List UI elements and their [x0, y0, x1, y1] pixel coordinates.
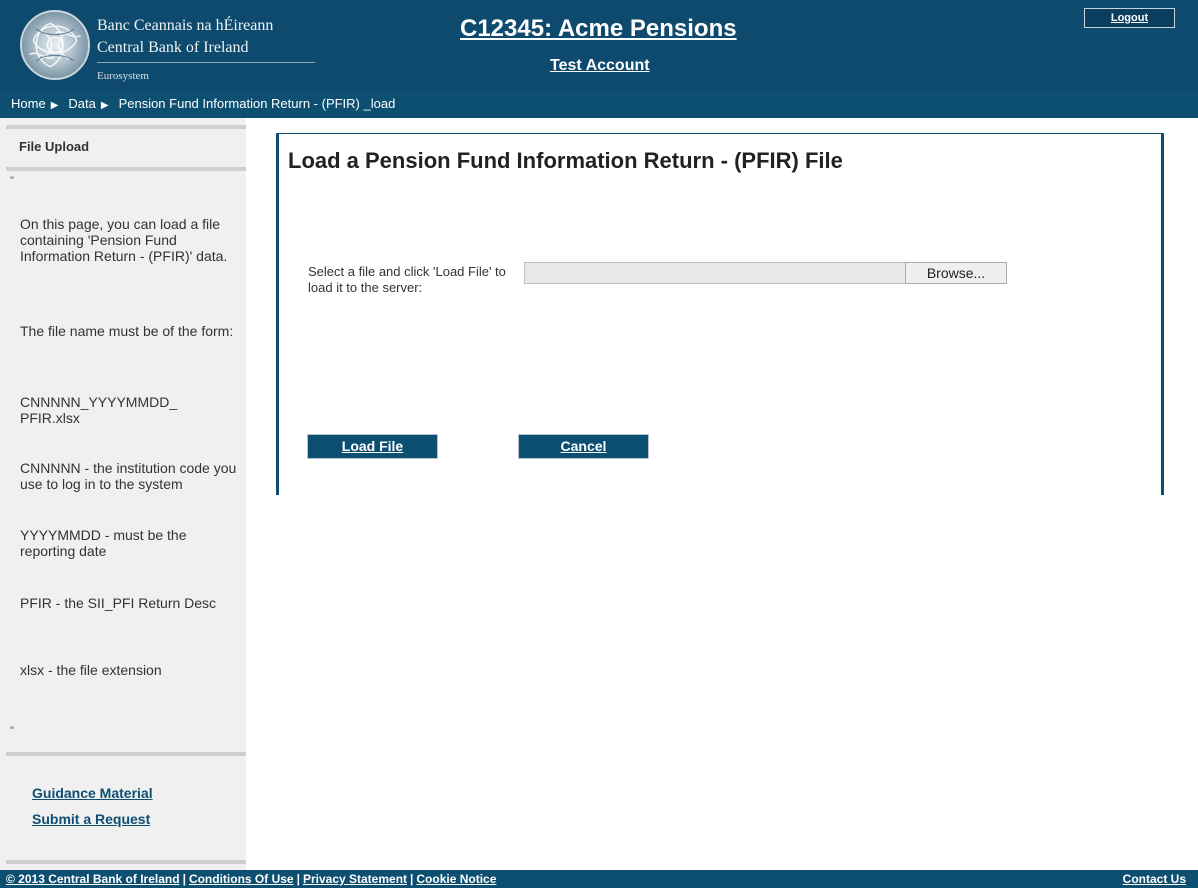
eurosystem-label: Eurosystem: [97, 70, 149, 82]
logout-button[interactable]: Logout: [1084, 8, 1175, 28]
sidebar-paragraph: On this page, you can load a file contai…: [20, 216, 228, 264]
sidebar-paragraph: PFIR - the SII_PFI Return Desc: [20, 595, 217, 611]
submit-request-link[interactable]: Submit a Request: [32, 811, 150, 827]
privacy-statement-link[interactable]: Privacy Statement: [303, 872, 407, 886]
file-path-input[interactable]: [524, 262, 906, 284]
cancel-button[interactable]: Cancel: [518, 434, 649, 459]
breadcrumb-home[interactable]: Home: [11, 90, 46, 118]
footer: © 2013 Central Bank of Ireland | Condition…: [0, 870, 1198, 888]
breadcrumb: Home ▶ Data ▶ Pension Fund Information Retur…: [0, 90, 1198, 118]
conditions-of-use-link[interactable]: Conditions Of Use: [189, 872, 294, 886]
sidebar-divider: [6, 125, 246, 129]
page-title: Load a Pension Fund Information Return -…: [288, 148, 843, 173]
footer-separator: |: [296, 872, 300, 886]
sidebar-divider: [6, 752, 246, 756]
sidebar: File Upload " On this page, you can load…: [0, 118, 246, 870]
load-file-button[interactable]: Load File: [307, 434, 438, 459]
caret-right-icon: ▶: [50, 100, 59, 111]
sidebar-paragraph: YYYYMMDD - must be the reporting date: [20, 527, 187, 559]
sidebar-quote-close: ": [10, 725, 14, 737]
app-title-link[interactable]: C12345: Acme Pensions: [460, 15, 737, 43]
copyright-link[interactable]: © 2013 Central Bank of Ireland: [6, 872, 180, 886]
header: Banc Ceannais na hÉireann Central Bank o…: [0, 0, 1198, 90]
sidebar-paragraph: CNNNNN - the institution code you use to…: [20, 460, 237, 492]
bank-name-english: Central Bank of Ireland: [97, 39, 249, 56]
sidebar-paragraph: xlsx - the file extension: [20, 662, 162, 678]
account-link[interactable]: Test Account: [550, 57, 650, 75]
browse-button[interactable]: Browse...: [905, 262, 1007, 284]
sidebar-paragraph: The file name must be of the form:: [20, 323, 234, 339]
sidebar-paragraph: CNNNNN_YYYYMMDD_ PFIR.xlsx: [20, 394, 178, 426]
sidebar-quote-open: ": [10, 175, 14, 187]
sidebar-divider: [6, 167, 246, 171]
contact-us-link[interactable]: Contact Us: [1123, 870, 1186, 888]
load-file-panel: Load a Pension Fund Information Return -…: [276, 133, 1164, 495]
footer-separator: |: [410, 872, 414, 886]
sidebar-divider: [6, 860, 246, 864]
sidebar-heading: File Upload: [19, 139, 90, 154]
caret-right-icon: ▶: [100, 100, 109, 111]
footer-separator: |: [182, 872, 186, 886]
guidance-material-link[interactable]: Guidance Material: [32, 785, 153, 801]
central-bank-logo: [20, 10, 90, 80]
header-divider: [97, 62, 315, 63]
bank-name-irish: Banc Ceannais na hÉireann: [97, 17, 274, 34]
file-select-label: Select a file and click 'Load File' to l…: [308, 264, 506, 295]
cookie-notice-link[interactable]: Cookie Notice: [416, 872, 496, 886]
breadcrumb-data[interactable]: Data: [68, 90, 95, 118]
celtic-knot-icon: [29, 22, 81, 68]
breadcrumb-current: Pension Fund Information Return - (PFIR)…: [118, 96, 396, 111]
